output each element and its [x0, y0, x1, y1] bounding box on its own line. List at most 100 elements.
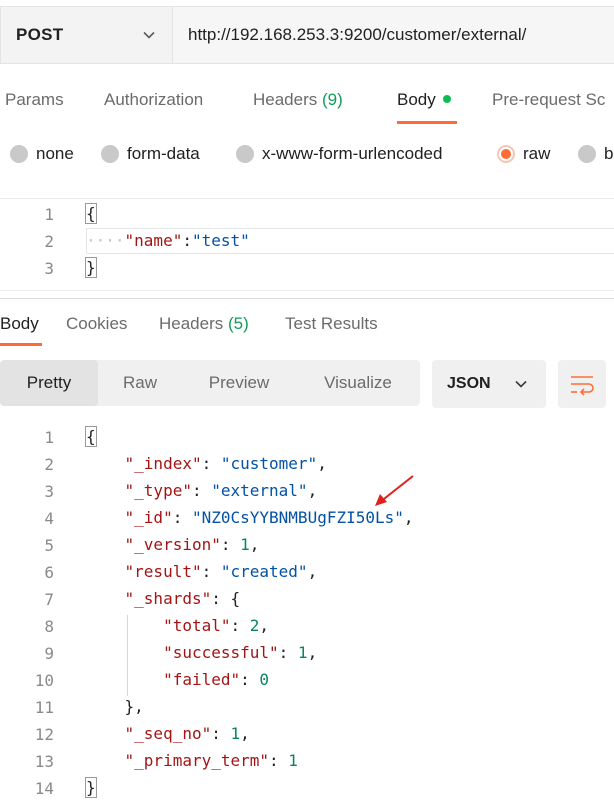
code-line: 8 "total": 2,	[0, 613, 614, 640]
radio-circle	[578, 145, 596, 163]
line-number: 7	[44, 590, 54, 609]
json-key: "_shards"	[124, 589, 212, 608]
tab-response-body[interactable]: Body	[0, 314, 39, 334]
open-brace: {	[85, 203, 97, 224]
code-line: 1 {	[0, 201, 614, 228]
view-preview[interactable]: Preview	[182, 360, 296, 406]
tab-params[interactable]: Params	[5, 90, 64, 110]
tab-test-results[interactable]: Test Results	[285, 314, 378, 334]
radio-none[interactable]: none	[10, 144, 74, 164]
radio-circle	[10, 145, 28, 163]
radio-label: x-www-form-urlencoded	[262, 144, 443, 163]
active-tab-indicator	[397, 121, 457, 124]
radio-raw[interactable]: raw	[497, 144, 550, 164]
json-value: 1	[240, 535, 250, 554]
line-number: 4	[44, 509, 54, 528]
code-line: 9 "successful": 1,	[0, 640, 614, 667]
line-number: 2	[44, 455, 54, 474]
line-number: 5	[44, 536, 54, 555]
code-line: 3 }	[0, 255, 614, 282]
code-line: 10 "failed": 0	[0, 667, 614, 694]
format-label: JSON	[447, 375, 491, 392]
radio-x-www-form-urlencoded[interactable]: x-www-form-urlencoded	[236, 144, 442, 164]
line-number: 9	[44, 644, 54, 663]
line-number: 12	[34, 725, 54, 744]
radio-label: b	[604, 144, 614, 163]
tab-label: Headers	[159, 314, 224, 333]
code-line: 13 "_primary_term": 1	[0, 748, 614, 775]
radio-circle	[101, 145, 119, 163]
json-key: "_version"	[124, 535, 221, 554]
line-number: 6	[44, 563, 54, 582]
code-line: 6 "result": "created",	[0, 559, 614, 586]
request-tabs: Params Authorization Headers (9) Body Pr…	[0, 78, 614, 126]
json-key: "_type"	[124, 481, 192, 500]
json-key: "successful"	[163, 643, 279, 662]
document-id-value: "NZ0CsYYBNMBUgFZI50Ls"	[191, 508, 404, 527]
radio-circle	[236, 145, 254, 163]
tab-label: Test Results	[285, 314, 378, 333]
format-select[interactable]: JSON	[432, 360, 546, 408]
response-tabs: Body Cookies Headers (5) Test Results	[0, 302, 614, 348]
code-line-active: 2 ····"name":"test"	[0, 228, 614, 255]
view-raw[interactable]: Raw	[98, 360, 182, 406]
radio-form-data[interactable]: form-data	[101, 144, 200, 164]
json-value: 1	[288, 751, 298, 770]
tab-response-headers[interactable]: Headers (5)	[159, 314, 249, 334]
wrap-lines-icon	[571, 376, 594, 396]
radio-binary[interactable]: b	[578, 144, 613, 164]
tab-label: Authorization	[104, 90, 204, 109]
url-input[interactable]: http://192.168.253.3:9200/customer/exter…	[172, 6, 614, 64]
json-value: "test"	[191, 231, 250, 250]
json-key: "_id"	[124, 508, 173, 527]
code-line: 11 },	[0, 694, 614, 721]
code-line: 4 "_id": "NZ0CsYYBNMBUgFZI50Ls",	[0, 505, 614, 532]
json-key: "total"	[163, 616, 231, 635]
method-label: POST	[16, 25, 64, 44]
view-visualize[interactable]: Visualize	[296, 360, 420, 406]
active-tab-indicator	[0, 343, 42, 346]
tab-label: Body	[0, 314, 39, 333]
json-key: "failed"	[163, 670, 241, 689]
line-number: 14	[34, 779, 54, 798]
tab-headers[interactable]: Headers (9)	[253, 90, 343, 110]
tab-authorization[interactable]: Authorization	[104, 90, 203, 110]
response-body-viewer[interactable]: 1 { 2 "_index": "customer", 3 "_type": "…	[0, 424, 614, 809]
view-label: Visualize	[324, 373, 392, 392]
tab-label: Cookies	[66, 314, 128, 333]
tab-label: Pre-request Sc	[492, 90, 606, 109]
body-type-radio-group: none form-data x-www-form-urlencoded raw…	[0, 138, 614, 172]
json-value: "external"	[211, 481, 308, 500]
json-value: "created"	[220, 562, 308, 581]
radio-label: form-data	[127, 144, 200, 163]
json-value: 1	[230, 724, 241, 743]
line-number: 3	[44, 482, 54, 501]
chevron-down-icon	[515, 380, 527, 388]
json-key: "_seq_no"	[124, 724, 212, 743]
radio-circle-selected	[497, 145, 515, 163]
view-mode-selector: Pretty Raw Preview Visualize	[0, 360, 420, 406]
url-text: http://192.168.253.3:9200/customer/exter…	[188, 25, 527, 44]
code-line: 1 {	[0, 424, 614, 451]
view-pretty[interactable]: Pretty	[0, 360, 98, 406]
wrap-lines-button[interactable]	[558, 360, 606, 408]
tab-label: Params	[5, 90, 64, 109]
line-number: 8	[44, 617, 54, 636]
tab-cookies[interactable]: Cookies	[66, 314, 127, 334]
code-line: 3 "_type": "external",	[0, 478, 614, 505]
annotation-arrow	[375, 475, 414, 506]
code-line: 7 "_shards": {	[0, 586, 614, 613]
close-brace: }	[85, 777, 97, 798]
request-body-editor[interactable]: 1 { 2 ····"name":"test" 3 }	[0, 198, 614, 291]
headers-count: (5)	[228, 314, 249, 333]
radio-label: raw	[523, 144, 551, 163]
code-line: 2 "_index": "customer",	[0, 451, 614, 478]
radio-label: none	[36, 144, 74, 163]
tab-pre-request-script[interactable]: Pre-request Sc	[492, 90, 605, 110]
method-select[interactable]: POST	[0, 6, 172, 64]
chevron-down-icon	[143, 31, 155, 39]
json-key: "_index"	[124, 454, 202, 473]
view-label: Preview	[208, 373, 270, 392]
open-brace: {	[85, 426, 97, 447]
tab-body[interactable]: Body	[397, 90, 451, 110]
